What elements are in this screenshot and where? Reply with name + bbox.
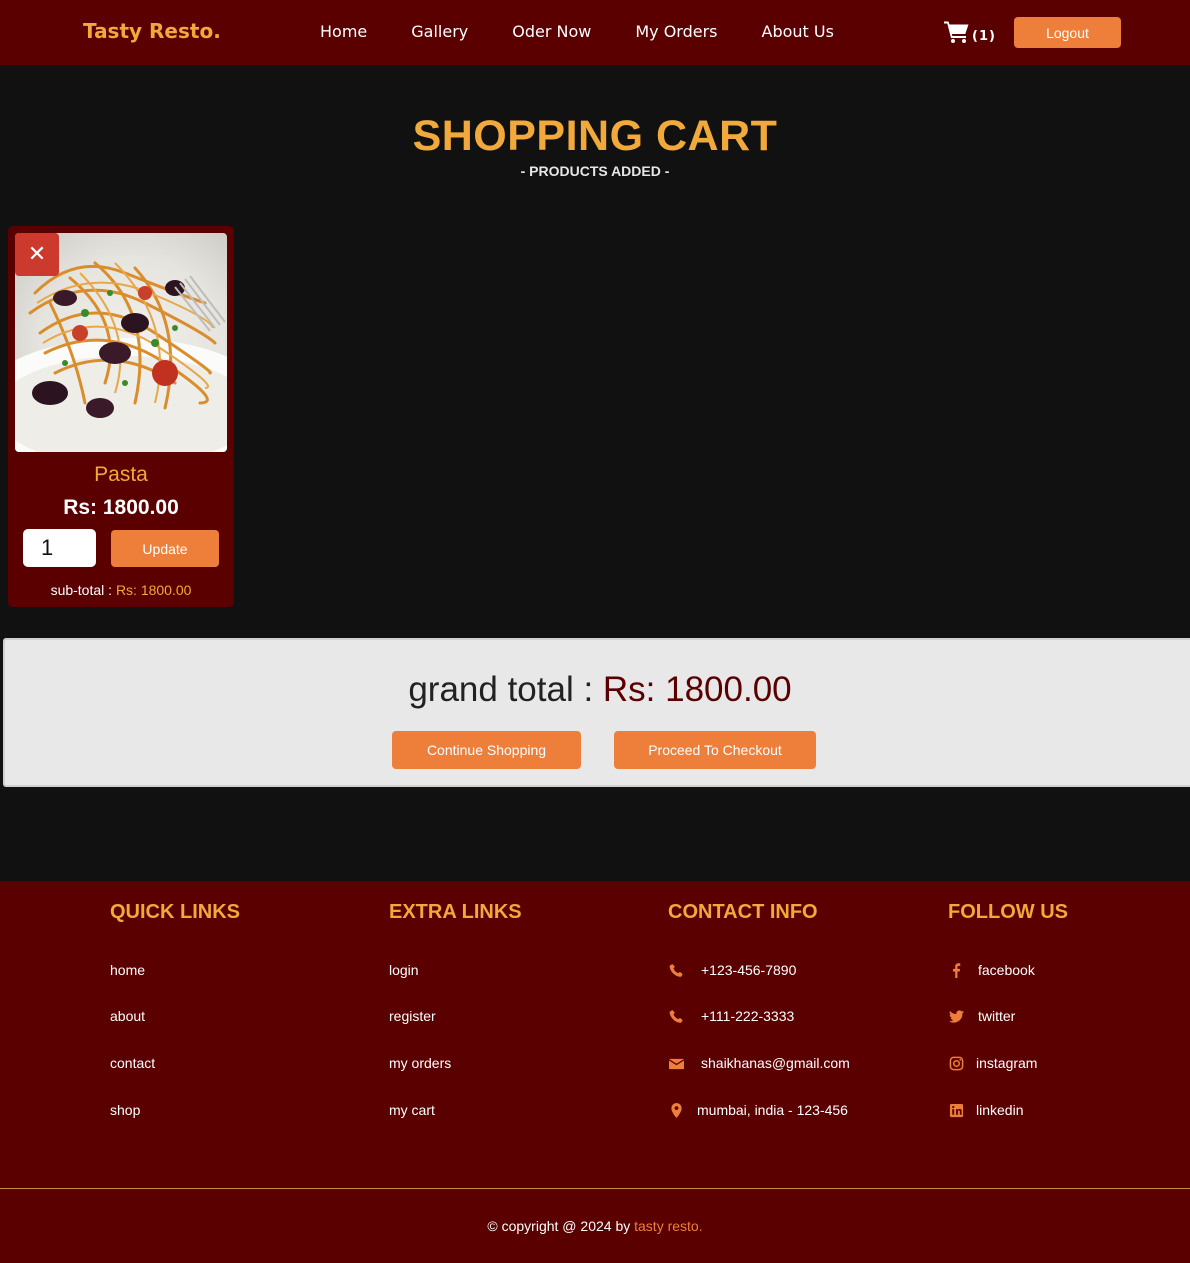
subtotal-label: sub-total : <box>50 582 113 598</box>
twitter-icon <box>948 1008 964 1024</box>
contact-phone-2-text: +111-222-3333 <box>701 1008 795 1024</box>
footer-link-my-cart[interactable]: my cart <box>389 1102 435 1118</box>
main-nav: Home Gallery Oder Now My Orders About Us <box>320 22 878 41</box>
map-pin-icon <box>668 1102 684 1118</box>
continue-shopping-button[interactable]: Continue Shopping <box>392 731 581 769</box>
cart-count-badge: (1) <box>972 28 996 44</box>
facebook-text: facebook <box>978 962 1035 978</box>
remove-item-button[interactable]: ✕ <box>15 233 59 276</box>
logout-button[interactable]: Logout <box>1014 17 1121 48</box>
nav-my-orders[interactable]: My Orders <box>635 22 717 41</box>
nav-home[interactable]: Home <box>320 22 367 41</box>
page-title: SHOPPING CART <box>412 112 778 160</box>
copyright: © copyright @ 2024 by tasty resto. <box>0 1218 1190 1234</box>
contact-phone-2[interactable]: +111-222-3333 <box>668 1008 794 1024</box>
phone-icon <box>668 962 684 978</box>
footer-link-home[interactable]: home <box>110 962 145 978</box>
contact-address[interactable]: mumbai, india - 123-456 <box>668 1102 848 1118</box>
grand-total-panel: grand total : Rs: 1800.00 Continue Shopp… <box>3 638 1190 787</box>
subtotal-value: Rs: 1800.00 <box>115 582 192 598</box>
item-name: Pasta <box>94 463 148 486</box>
instagram-icon <box>948 1055 964 1071</box>
footer-link-login[interactable]: login <box>389 962 419 978</box>
contact-email[interactable]: shaikhanas@gmail.com <box>668 1055 850 1071</box>
envelope-icon <box>668 1055 684 1071</box>
copyright-text: © copyright @ 2024 by <box>487 1218 631 1234</box>
cart-item-card: ✕ Pasta Rs: 1800.00 Update sub-total : R… <box>8 226 234 607</box>
shopping-cart-icon <box>944 20 970 48</box>
social-twitter[interactable]: twitter <box>948 1008 1015 1024</box>
linkedin-icon <box>948 1102 964 1118</box>
footer-link-register[interactable]: register <box>389 1008 436 1024</box>
grand-total-label: grand total : <box>408 670 594 709</box>
footer-divider <box>0 1188 1190 1189</box>
contact-phone-1-text: +123-456-7890 <box>701 962 797 978</box>
contact-email-text: shaikhanas@gmail.com <box>701 1055 850 1071</box>
twitter-text: twitter <box>978 1008 1016 1024</box>
contact-info-title: CONTACT INFO <box>668 901 818 923</box>
social-linkedin[interactable]: linkedin <box>948 1102 1023 1118</box>
item-subtotal: sub-total : Rs: 1800.00 <box>8 582 234 598</box>
footer-link-about[interactable]: about <box>110 1008 145 1024</box>
footer-link-contact[interactable]: contact <box>110 1055 155 1071</box>
proceed-checkout-button[interactable]: Proceed To Checkout <box>614 731 816 769</box>
social-facebook[interactable]: facebook <box>948 962 1035 978</box>
footer-link-shop[interactable]: shop <box>110 1102 140 1118</box>
cart-link[interactable]: (1) <box>944 20 996 48</box>
social-instagram[interactable]: instagram <box>948 1055 1037 1071</box>
update-quantity-button[interactable]: Update <box>111 530 219 567</box>
contact-address-text: mumbai, india - 123-456 <box>697 1102 848 1118</box>
facebook-icon <box>948 962 964 978</box>
grand-total-value: Rs: 1800.00 <box>602 670 792 709</box>
brand-logo[interactable]: Tasty Resto. <box>83 19 221 43</box>
site-footer: QUICK LINKS home about contact shop EXTR… <box>0 881 1190 1263</box>
follow-us-title: FOLLOW US <box>948 901 1068 923</box>
nav-gallery[interactable]: Gallery <box>411 22 468 41</box>
phone-icon <box>668 1008 684 1024</box>
linkedin-text: linkedin <box>976 1102 1024 1118</box>
nav-order-now[interactable]: Oder Now <box>512 22 591 41</box>
item-price: Rs: 1800.00 <box>63 496 179 519</box>
contact-phone-1[interactable]: +123-456-7890 <box>668 962 796 978</box>
instagram-text: instagram <box>976 1055 1038 1071</box>
footer-link-my-orders[interactable]: my orders <box>389 1055 451 1071</box>
quantity-input[interactable] <box>23 529 96 567</box>
quick-links-title: QUICK LINKS <box>110 901 240 923</box>
extra-links-title: EXTRA LINKS <box>389 901 522 923</box>
top-navbar: Tasty Resto. Home Gallery Oder Now My Or… <box>0 0 1190 65</box>
copyright-brand[interactable]: tasty resto. <box>634 1218 702 1234</box>
grand-total: grand total : Rs: 1800.00 <box>5 670 1190 710</box>
page-subtitle: - PRODUCTS ADDED - <box>520 163 670 179</box>
nav-about-us[interactable]: About Us <box>762 22 834 41</box>
